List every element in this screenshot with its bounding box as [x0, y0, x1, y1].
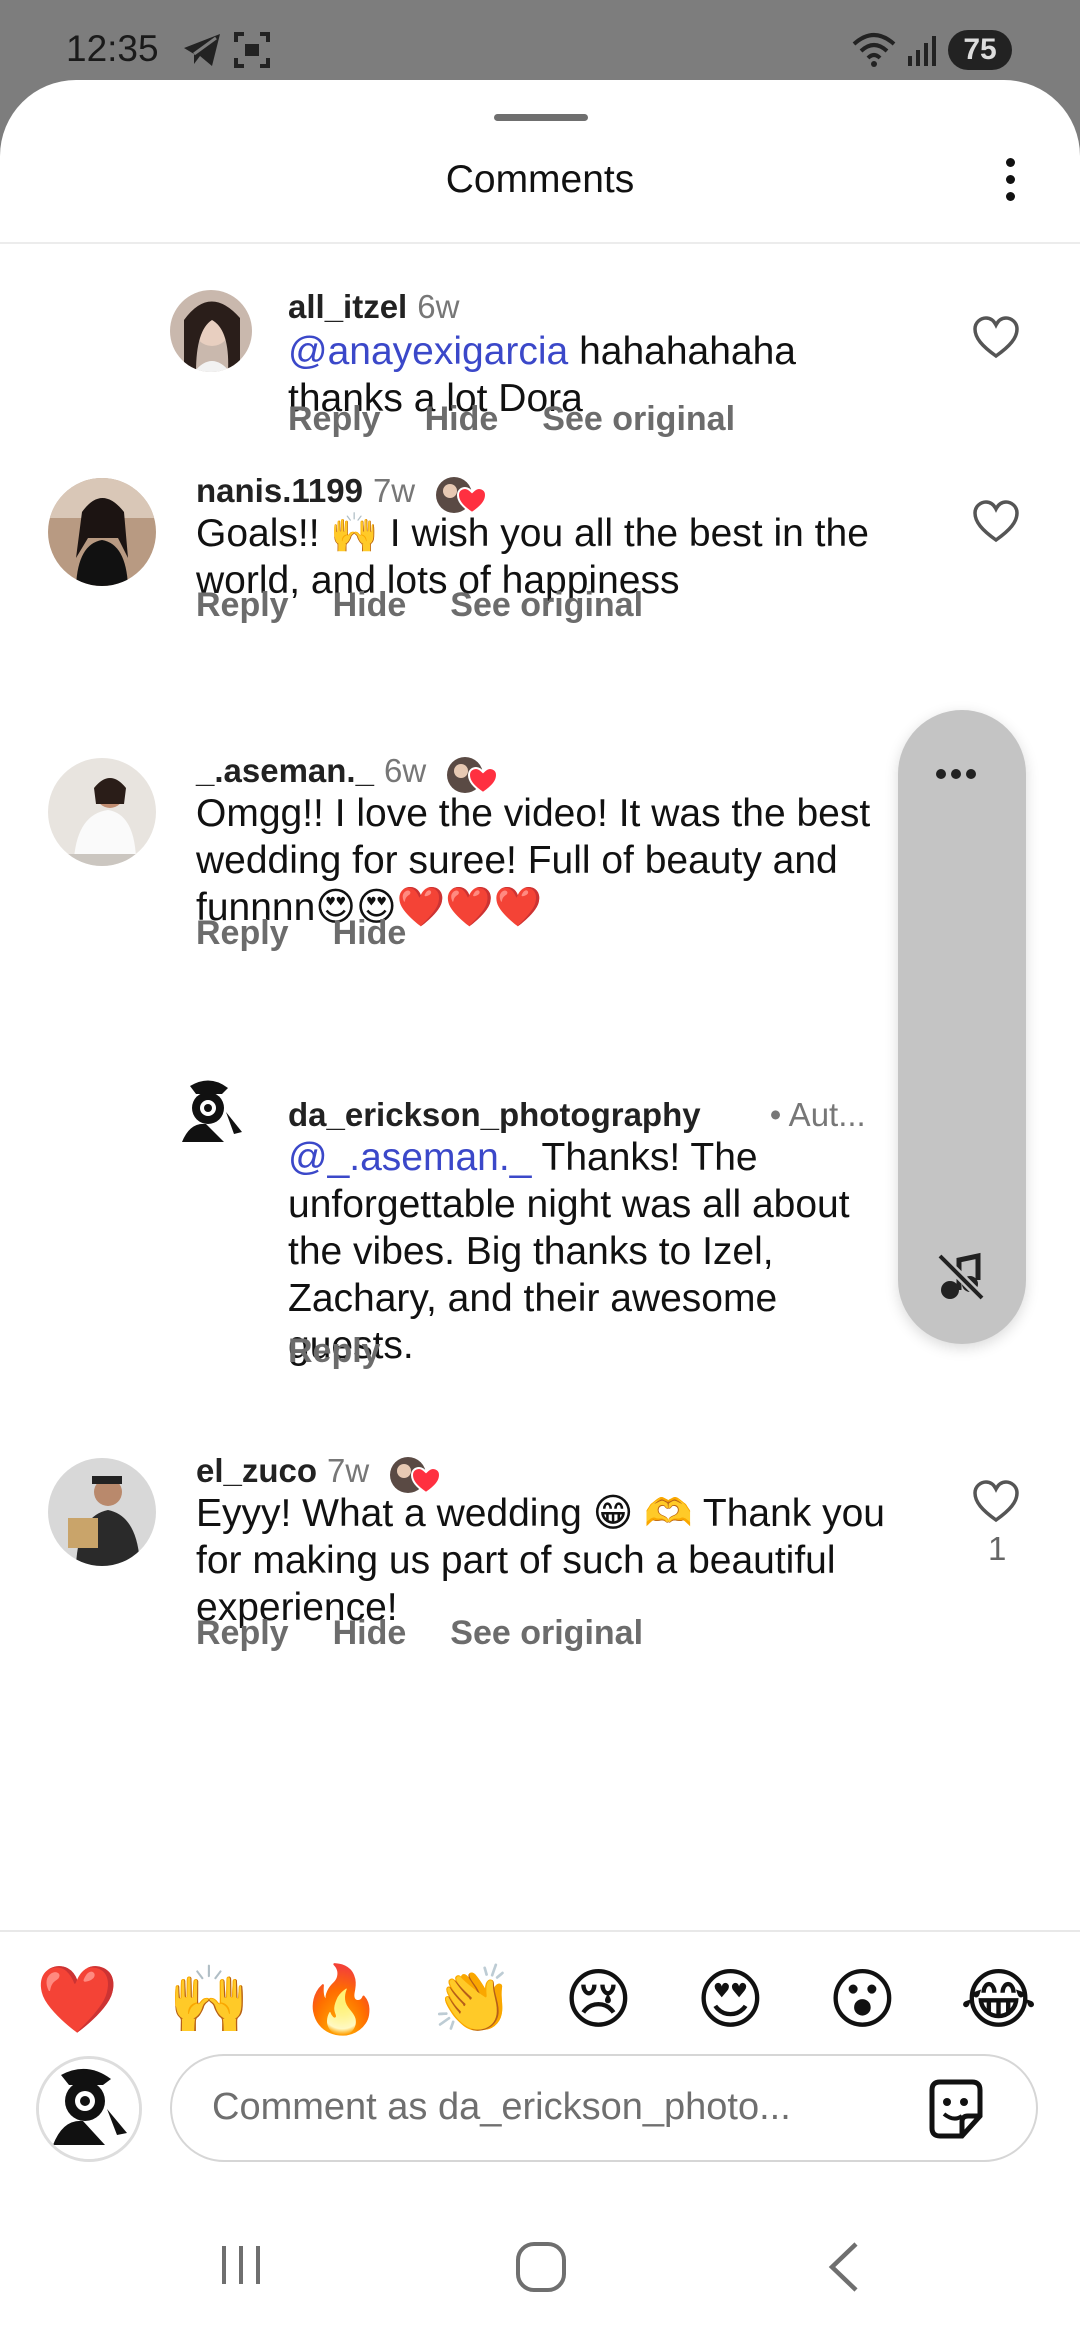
- sticker-icon[interactable]: [922, 2076, 990, 2144]
- comment-actions: Reply Hide See original: [196, 1614, 687, 1653]
- comment-input[interactable]: Comment as da_erickson_photo...: [170, 2054, 1038, 2162]
- like-heart-icon[interactable]: [972, 316, 1020, 360]
- creator-liked-icon: [388, 1453, 444, 1495]
- battery-indicator: 75: [948, 30, 1012, 70]
- reply-button[interactable]: Reply: [196, 1614, 289, 1652]
- comment-item: el_zuco 7w Eyyy! What a wedding 😁 🫶 Thank…: [0, 1380, 1080, 1652]
- sheet-title: Comments: [445, 158, 635, 201]
- bottom-divider: [0, 1930, 1080, 1932]
- emoji-fire[interactable]: 🔥: [300, 1950, 382, 2050]
- comments-sheet: Comments all_itzel 6w @anayexigarcia haha…: [0, 80, 1080, 2340]
- avatar[interactable]: [170, 290, 252, 372]
- more-horizontal-icon[interactable]: [936, 766, 988, 779]
- see-original-button[interactable]: See original: [450, 586, 643, 624]
- comment-text: Omgg!! I love the video! It was the best…: [196, 792, 871, 929]
- comment-text: Eyyy! What a wedding 😁 🫶 Thank you for m…: [196, 1492, 885, 1629]
- hide-button[interactable]: Hide: [333, 1614, 407, 1652]
- emoji-heart[interactable]: ❤️: [36, 1950, 118, 2050]
- reply-button[interactable]: Reply: [288, 1332, 381, 1370]
- floating-panel[interactable]: [898, 710, 1026, 1344]
- comment-username[interactable]: all_itzel: [288, 288, 407, 325]
- mention-link[interactable]: @anayexigarcia: [288, 330, 568, 373]
- hide-button[interactable]: Hide: [333, 914, 407, 952]
- signal-icon: [908, 36, 936, 66]
- comment-actions: Reply: [288, 1332, 425, 1371]
- comment-actions: Reply Hide: [196, 914, 450, 953]
- like-heart-icon[interactable]: [972, 500, 1020, 544]
- comment-time: 7w: [327, 1452, 370, 1489]
- creator-liked-icon: [445, 753, 501, 795]
- emoji-crying[interactable]: 😢: [564, 1950, 633, 2050]
- telegram-icon: [184, 34, 220, 66]
- avatar[interactable]: [170, 1072, 252, 1154]
- comment-input-placeholder: Comment as da_erickson_photo...: [212, 2086, 791, 2128]
- home-icon[interactable]: [514, 2240, 568, 2294]
- avatar[interactable]: [48, 1458, 156, 1566]
- comment-time: 6w: [417, 288, 460, 325]
- hide-button[interactable]: Hide: [333, 586, 407, 624]
- comment-username[interactable]: da_erickson_photography: [288, 1096, 701, 1133]
- status-time: 12:35: [66, 28, 159, 69]
- emoji-laughing[interactable]: 😂: [960, 1950, 1037, 2050]
- reply-button[interactable]: Reply: [196, 914, 289, 952]
- comment-actions: Reply Hide See original: [196, 586, 687, 625]
- wifi-icon: [852, 33, 896, 67]
- emoji-reaction-bar: ❤️ 🙌 🔥 👏 😢 😍 😮 😂: [0, 1950, 1080, 2050]
- back-icon[interactable]: [824, 2240, 864, 2294]
- emoji-clapping[interactable]: 👏: [432, 1950, 514, 2050]
- status-bar: 12:35 75: [0, 0, 1080, 90]
- composer-avatar: [36, 2056, 142, 2162]
- avatar[interactable]: [48, 758, 156, 866]
- author-badge: • Aut...: [769, 1096, 866, 1133]
- reply-button[interactable]: Reply: [196, 586, 289, 624]
- comment-username[interactable]: nanis.1199: [196, 472, 363, 509]
- like-heart-icon[interactable]: [972, 1480, 1020, 1524]
- music-off-icon[interactable]: [934, 1250, 988, 1304]
- emoji-raising-hands[interactable]: 🙌: [168, 1950, 250, 2050]
- comment-username[interactable]: _.aseman._: [196, 752, 374, 789]
- emoji-heart-eyes[interactable]: 😍: [696, 1950, 765, 2050]
- recent-apps-icon[interactable]: [216, 2240, 266, 2290]
- comment-time: 7w: [372, 472, 416, 509]
- mention-link[interactable]: @_.aseman._: [288, 1136, 531, 1179]
- system-nav-bar: [0, 2200, 1080, 2340]
- drag-handle[interactable]: [494, 114, 588, 121]
- see-original-button[interactable]: See original: [450, 1614, 643, 1652]
- like-count: 1: [988, 1530, 1007, 1567]
- emoji-surprised[interactable]: 😮: [828, 1950, 897, 2050]
- comment-username[interactable]: el_zuco: [196, 1452, 317, 1489]
- screenshot-icon: [234, 32, 270, 68]
- avatar[interactable]: [48, 478, 156, 586]
- comment-time: 6w: [383, 752, 427, 789]
- creator-liked-icon: [434, 473, 490, 515]
- comment-item: nanis.1199 7w Goals!! 🙌 I wish you all th…: [0, 400, 1080, 624]
